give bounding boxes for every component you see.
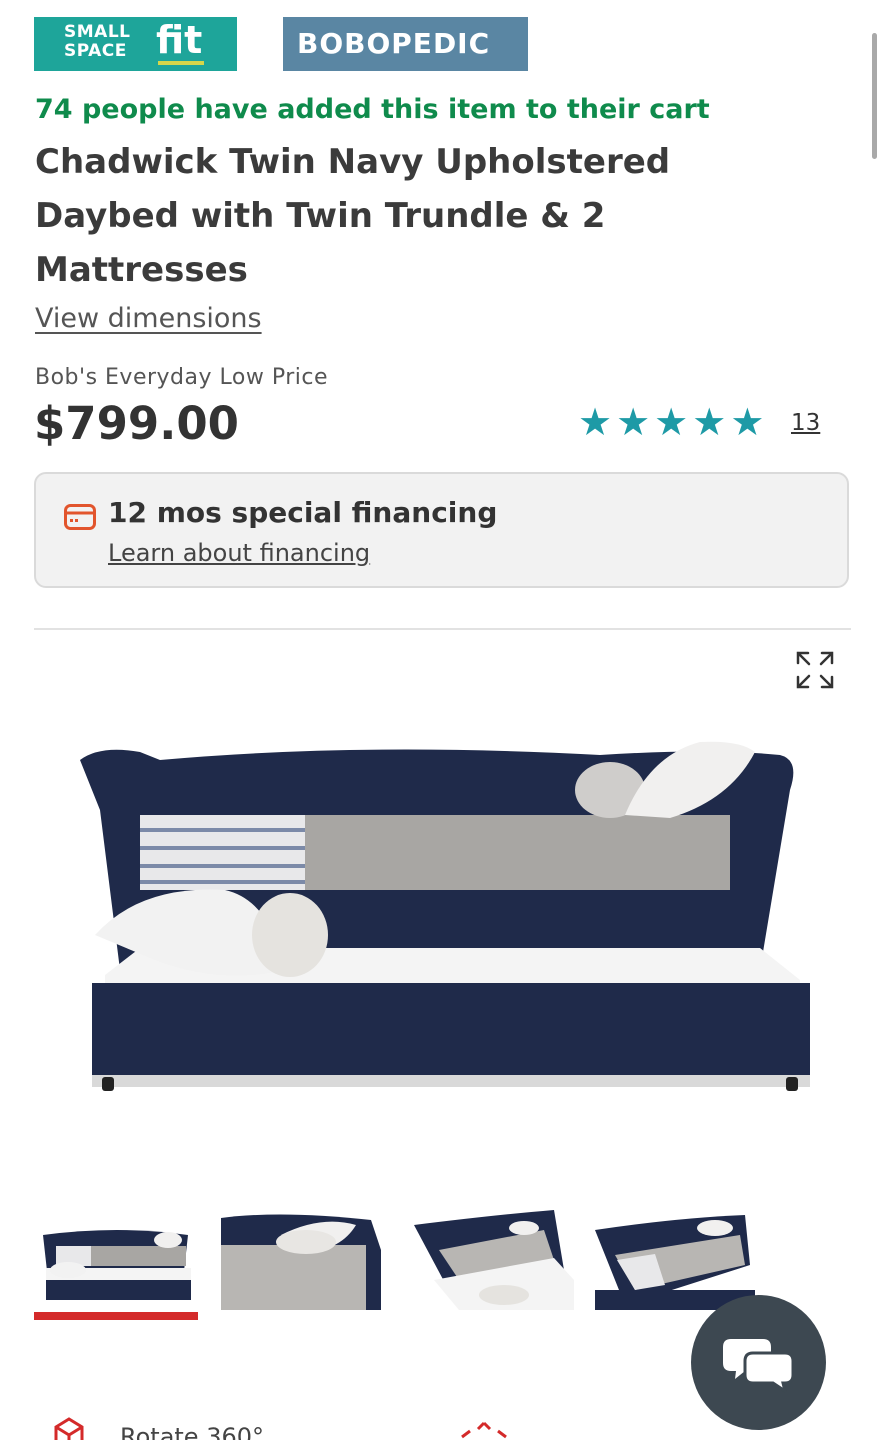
financing-box: 12 mos special financing Learn about fin… <box>34 472 849 588</box>
page-scrollbar[interactable] <box>872 33 877 159</box>
thumbnail-strip <box>34 1200 774 1325</box>
thumbnail-2[interactable] <box>221 1210 381 1310</box>
bobopedic-badge: BOBOPEDIC <box>283 17 528 71</box>
price-label: Bob's Everyday Low Price <box>35 365 328 390</box>
rotate-360-icon[interactable] <box>42 1415 96 1440</box>
rotate-360-label[interactable]: Rotate 360° <box>120 1423 264 1440</box>
financing-title: 12 mos special financing <box>108 496 498 529</box>
thumbnail-active-indicator <box>34 1312 198 1320</box>
media-actions-row: Rotate 360° <box>0 1405 885 1440</box>
section-divider <box>34 628 851 630</box>
cart-social-proof: 74 people have added this item to their … <box>35 94 710 125</box>
star-icon: ★ <box>730 400 765 444</box>
small-space-badge-underline <box>158 61 204 65</box>
product-title: Chadwick Twin Navy Upholstered Daybed wi… <box>35 142 671 290</box>
learn-financing-link[interactable]: Learn about financing <box>108 539 370 567</box>
product-price: $799.00 <box>34 397 239 450</box>
chat-bubbles-icon <box>723 1339 795 1393</box>
product-main-image[interactable] <box>60 730 825 1110</box>
credit-card-icon <box>64 504 96 530</box>
view-in-room-icon[interactable] <box>456 1421 512 1440</box>
star-icon: ★ <box>654 400 689 444</box>
expand-icon[interactable] <box>796 651 834 689</box>
thumbnail-4[interactable] <box>595 1210 755 1310</box>
star-icon: ★ <box>692 400 727 444</box>
bobopedic-badge-label: BOBOPEDIC <box>297 27 491 60</box>
small-space-badge-line1: SMALL <box>64 22 131 42</box>
small-space-fit-badge: SMALL SPACE fit <box>34 17 237 71</box>
thumbnail-3[interactable] <box>414 1210 574 1310</box>
review-count-link[interactable]: 13 <box>791 410 820 436</box>
rating-stars[interactable]: ★ ★ ★ ★ ★ <box>578 402 764 442</box>
star-icon: ★ <box>616 400 651 444</box>
thumbnail-1[interactable] <box>38 1210 198 1310</box>
small-space-badge-fit: fit <box>156 18 203 62</box>
small-space-badge-line2: SPACE <box>64 41 127 61</box>
star-icon: ★ <box>578 400 613 444</box>
view-dimensions-link[interactable]: View dimensions <box>35 303 262 334</box>
